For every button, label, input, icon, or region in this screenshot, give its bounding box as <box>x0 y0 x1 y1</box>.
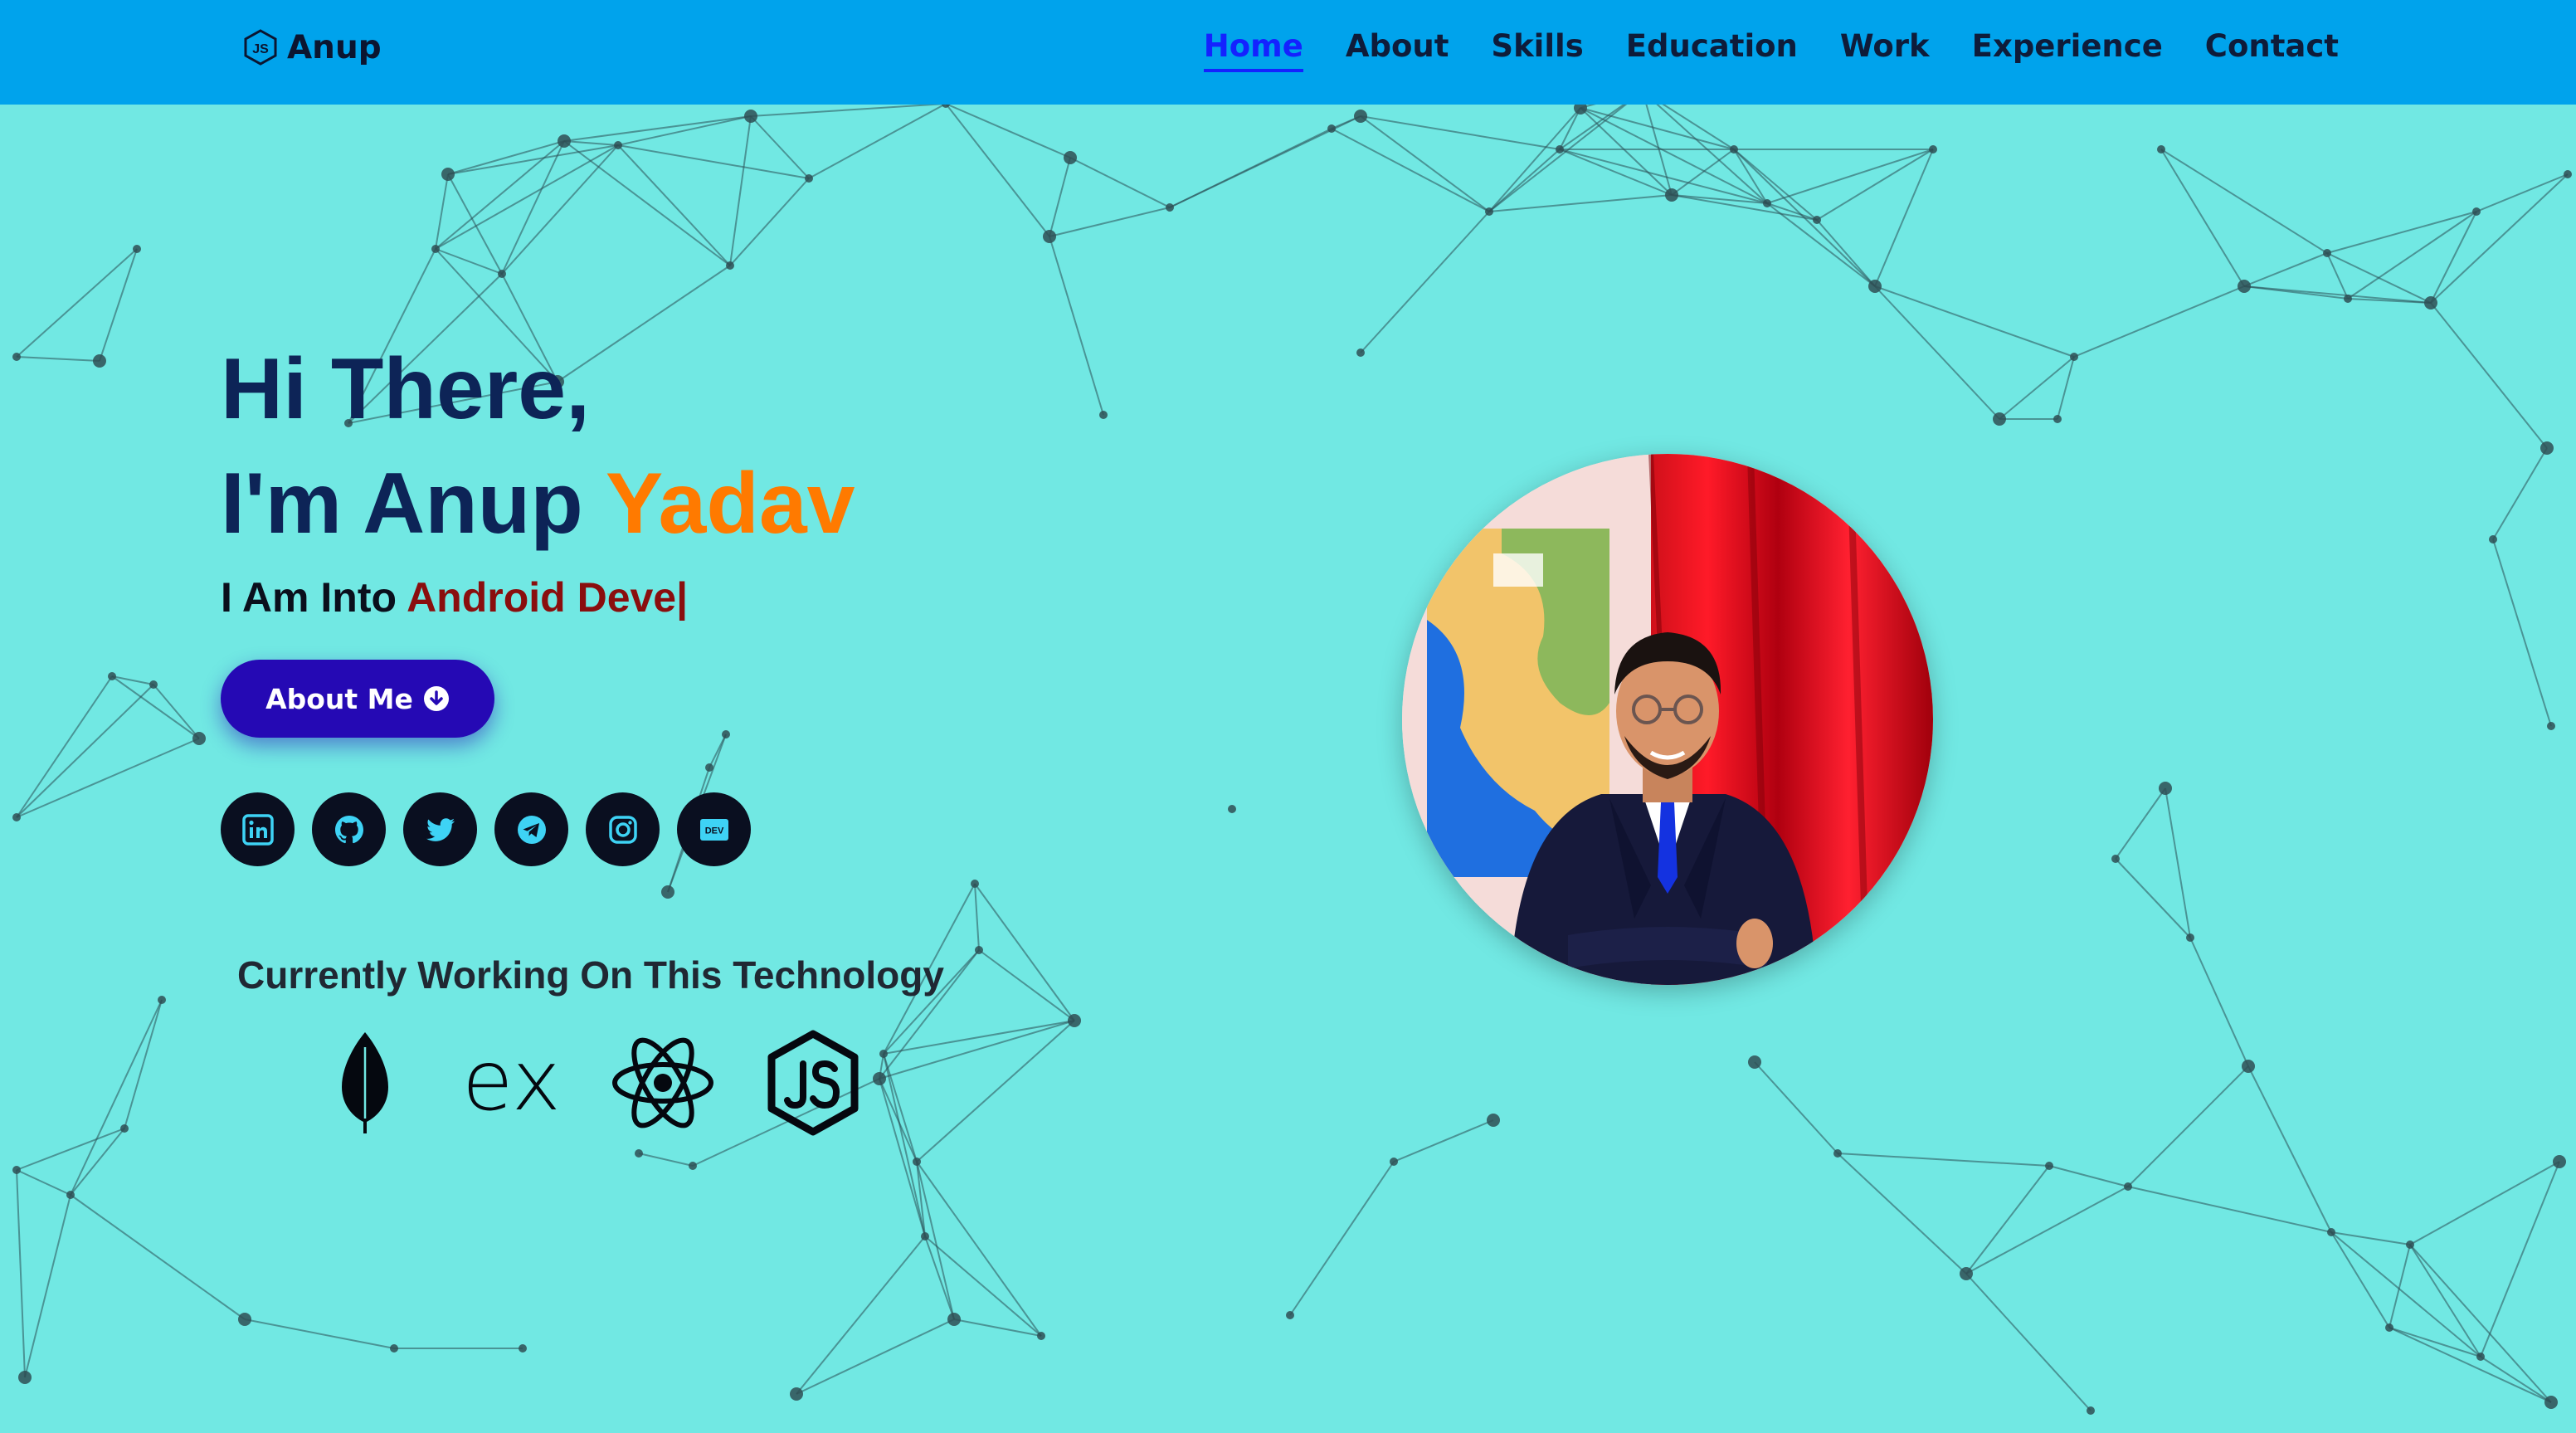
nav-link-education[interactable]: Education <box>1626 28 1798 72</box>
typing-text: I Am Into Android Deve| <box>221 573 688 621</box>
greeting-line-2-prefix: I'm Anup <box>221 456 606 552</box>
nav-link-about[interactable]: About <box>1346 28 1449 72</box>
js-hexagon-icon: JS <box>244 29 277 66</box>
nodejs-icon <box>767 1030 859 1136</box>
profile-photo <box>1402 454 1933 985</box>
telegram-link[interactable] <box>494 792 568 866</box>
react-icon <box>612 1037 713 1128</box>
twitter-link[interactable] <box>403 792 477 866</box>
typing-prefix: I Am Into <box>221 574 407 621</box>
nav-link-contact[interactable]: Contact <box>2205 28 2339 72</box>
tech-heading: Currently Working On This Technology <box>237 953 944 997</box>
nav-link-work[interactable]: Work <box>1840 28 1930 72</box>
svg-text:DEV: DEV <box>704 826 723 836</box>
arrow-down-circle-icon <box>423 686 449 711</box>
instagram-icon <box>608 815 637 844</box>
brand-name: Anup <box>287 28 382 66</box>
greeting-line-1: Hi There, <box>221 341 590 437</box>
profile-photo-illustration <box>1402 454 1933 985</box>
instagram-link[interactable] <box>586 792 660 866</box>
greeting-name-accent: Yadav <box>605 456 855 552</box>
svg-text:JS: JS <box>252 42 269 56</box>
hero-section: Hi There, I'm Anup Yadav I Am Into Andro… <box>0 0 2576 1433</box>
typing-value: Android Deve| <box>407 574 689 621</box>
dev-link[interactable]: DEV <box>677 792 751 866</box>
brand-logo[interactable]: JS Anup <box>242 28 382 66</box>
dev-icon: DEV <box>699 818 728 841</box>
navbar: JS Anup Home About Skills Education Work… <box>0 0 2576 105</box>
nav-links: Home About Skills Education Work Experie… <box>1203 28 2339 72</box>
linkedin-icon <box>241 813 274 846</box>
svg-text:ex: ex <box>462 1041 561 1124</box>
nav-link-skills[interactable]: Skills <box>1491 28 1583 72</box>
github-link[interactable] <box>312 792 386 866</box>
linkedin-link[interactable] <box>221 792 295 866</box>
express-icon: ex <box>462 1041 561 1124</box>
about-me-button[interactable]: About Me <box>221 660 494 738</box>
telegram-icon <box>517 815 546 844</box>
nav-link-home[interactable]: Home <box>1203 28 1303 72</box>
about-me-label: About Me <box>265 682 413 715</box>
social-links: DEV <box>221 792 751 866</box>
github-icon <box>334 815 363 843</box>
hero-greeting: Hi There, I'm Anup Yadav <box>221 332 855 561</box>
mongodb-leaf-icon <box>342 1032 388 1133</box>
twitter-icon <box>426 817 455 841</box>
nav-link-experience[interactable]: Experience <box>1972 28 2163 72</box>
